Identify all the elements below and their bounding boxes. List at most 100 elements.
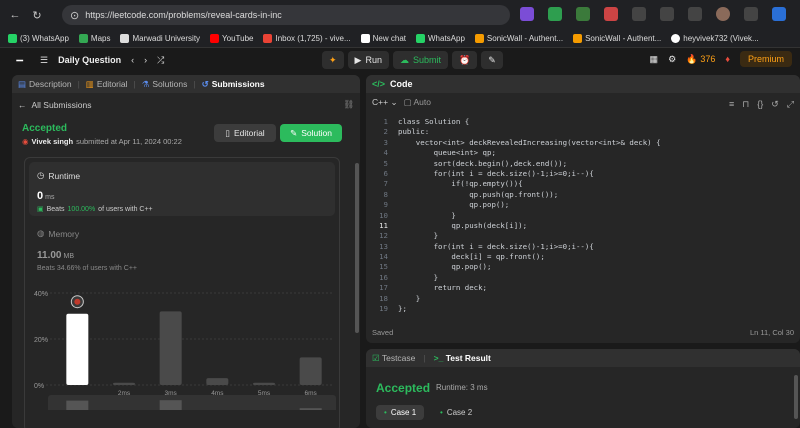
layout-icon[interactable]: ▦ xyxy=(650,54,659,65)
memory-icon: ◍ xyxy=(37,228,45,238)
extension-icon[interactable] xyxy=(520,7,534,21)
chart-bar[interactable] xyxy=(299,357,322,385)
address-bar[interactable]: ⊙ https://leetcode.com/problems/reveal-c… xyxy=(62,5,510,25)
tab-testcase[interactable]: ☑ Testcase xyxy=(372,353,415,364)
case-2-tab[interactable]: • Case 2 xyxy=(432,405,480,420)
chart-bar[interactable] xyxy=(253,382,275,385)
memory-label[interactable]: ◍ Memory xyxy=(37,228,79,239)
bookmark-item[interactable]: SonicWall - Authent... xyxy=(474,34,563,43)
note-icon: ✎ xyxy=(488,54,496,65)
extension-icon[interactable] xyxy=(576,7,590,21)
auto-mode[interactable]: ▢ Auto xyxy=(404,97,431,108)
submit-button[interactable]: ☁ Submit xyxy=(392,51,448,69)
code-line[interactable]: 3 vector<int> deckRevealedIncreasing(vec… xyxy=(366,138,800,148)
code-line[interactable]: 2 public: xyxy=(366,127,800,137)
problem-list-icon[interactable]: ☰ xyxy=(40,55,48,66)
chart-bar[interactable] xyxy=(206,378,229,385)
bookmark-item[interactable]: YouTube xyxy=(210,34,253,43)
next-question-icon[interactable]: › xyxy=(144,55,147,65)
chart-bar[interactable] xyxy=(66,313,89,385)
y-tick-label: 20% xyxy=(34,337,48,344)
reset-icon[interactable]: ↺ xyxy=(771,99,779,110)
extension-icon[interactable] xyxy=(548,7,562,21)
bookmark-item[interactable]: Inbox (1,725) - vive... xyxy=(263,34,351,43)
timer-button[interactable]: ⏰ xyxy=(452,51,478,69)
clock-icon: ◷ xyxy=(37,170,45,180)
code-line[interactable]: 7 if(!qp.empty()){ xyxy=(366,179,800,189)
profile-avatar[interactable] xyxy=(716,7,730,21)
prev-question-icon[interactable]: ‹ xyxy=(131,55,134,65)
settings-icon[interactable]: ⚙ xyxy=(668,54,676,65)
back-icon[interactable]: ← xyxy=(8,8,22,22)
line-number: 14 xyxy=(379,252,388,262)
store-icon[interactable]: ♦ xyxy=(725,54,730,64)
split-screen-icon[interactable] xyxy=(632,7,646,21)
code-line[interactable]: 6 for(int i = deck.size()-1;i>=0;i--){ xyxy=(366,169,800,179)
streak-counter[interactable]: 🔥 376 xyxy=(686,54,715,65)
menu-icon[interactable] xyxy=(744,7,758,21)
history-icon: ↺ xyxy=(201,78,209,89)
bookmark-item[interactable]: Marwadi University xyxy=(120,34,200,43)
expand-icon[interactable]: ⤢ xyxy=(787,99,794,110)
code-line[interactable]: 14 deck[i] = qp.front(); xyxy=(366,252,800,262)
code-line[interactable]: 13 for(int i = deck.size()-1;i>=0;i--){ xyxy=(366,242,800,252)
code-line[interactable]: 19}; xyxy=(366,304,800,314)
shuffle-icon[interactable]: ⤮ xyxy=(157,55,164,66)
debug-button[interactable]: ✦ xyxy=(322,51,344,69)
bookmark-item[interactable]: SonicWall - Authent... xyxy=(573,34,661,43)
chart-bar[interactable] xyxy=(113,382,135,385)
code-line[interactable]: 1 class Solution { xyxy=(366,117,800,127)
code-line[interactable]: 10 } xyxy=(366,211,800,221)
tab-editorial[interactable]: ▥ Editorial xyxy=(86,79,128,90)
bookmark-item[interactable]: heyvivek732 (Vivek... xyxy=(671,34,759,43)
bookmark-item[interactable]: WhatsApp xyxy=(416,34,465,43)
code-line[interactable]: 12 } xyxy=(366,231,800,241)
extension-icon[interactable] xyxy=(604,7,618,21)
site-info-icon[interactable]: ⊙ xyxy=(70,8,79,22)
runtime-card[interactable]: ◷ Runtime 0 ms ▣ Beats 100.00% of users with … xyxy=(29,162,335,216)
leetcode-logo[interactable]: ⵧ xyxy=(16,53,30,67)
editorial-button[interactable]: ▯ Editorial xyxy=(214,124,276,142)
collections-icon[interactable] xyxy=(688,7,702,21)
all-submissions-link[interactable]: ← All Submissions ⛓ xyxy=(12,93,360,116)
memory-beats: Beats 34.66% of users with C++ xyxy=(37,265,137,272)
sonicwall-icon xyxy=(573,34,583,43)
bookmark-item[interactable]: (3) WhatsApp xyxy=(8,34,69,43)
tab-description[interactable]: ▤ Description xyxy=(18,79,72,90)
case-1-tab[interactable]: • Case 1 xyxy=(376,405,425,420)
bookmark-icon[interactable]: ⊓ xyxy=(742,99,749,110)
run-button[interactable]: ▶ Run xyxy=(347,51,389,69)
tab-test-result[interactable]: >_ Test Result xyxy=(434,353,491,363)
code-line[interactable]: 17 return deck; xyxy=(366,283,800,293)
braces-icon[interactable]: {} xyxy=(757,99,763,110)
reload-icon[interactable]: ↻ xyxy=(30,8,44,22)
bookmark-item[interactable]: New chat xyxy=(360,34,406,43)
daily-question-title[interactable]: Daily Question xyxy=(58,55,121,65)
scrollbar[interactable] xyxy=(355,163,359,333)
tab-submissions[interactable]: ↺ Submissions xyxy=(202,79,265,90)
runtime-label: ◷ Runtime xyxy=(37,170,81,181)
copilot-icon[interactable] xyxy=(772,7,786,21)
code-line[interactable]: 4 queue<int> qp; xyxy=(366,148,800,158)
cursor-position: Ln 11, Col 30 xyxy=(749,328,794,337)
code-line[interactable]: 11 qp.push(deck[i]); xyxy=(366,221,800,231)
user-name[interactable]: Vivek singh xyxy=(32,137,74,146)
bookmark-item[interactable]: Maps xyxy=(78,34,110,43)
tab-solutions[interactable]: ⚗ Solutions xyxy=(142,79,188,90)
code-line[interactable]: 9 qp.pop(); xyxy=(366,200,800,210)
favorites-icon[interactable] xyxy=(660,7,674,21)
share-link-icon[interactable]: ⛓ xyxy=(343,99,354,110)
code-line[interactable]: 15 qp.pop(); xyxy=(366,262,800,272)
format-icon[interactable]: ≡ xyxy=(729,99,734,110)
language-select[interactable]: C++ ⌄ xyxy=(372,97,398,108)
code-line[interactable]: 16 } xyxy=(366,273,800,283)
code-line[interactable]: 5 sort(deck.begin(),deck.end()); xyxy=(366,159,800,169)
scrollbar[interactable] xyxy=(794,375,798,419)
premium-button[interactable]: Premium xyxy=(739,51,792,67)
code-line[interactable]: 8 qp.push(qp.front()); xyxy=(366,190,800,200)
chart-bar[interactable] xyxy=(159,311,182,385)
code-editor[interactable]: 1 class Solution {2 public: 3 vector<int> d… xyxy=(366,117,800,317)
solution-button[interactable]: ✎ Solution xyxy=(280,124,342,142)
notes-button[interactable]: ✎ xyxy=(481,51,503,69)
code-line[interactable]: 18 } xyxy=(366,294,800,304)
